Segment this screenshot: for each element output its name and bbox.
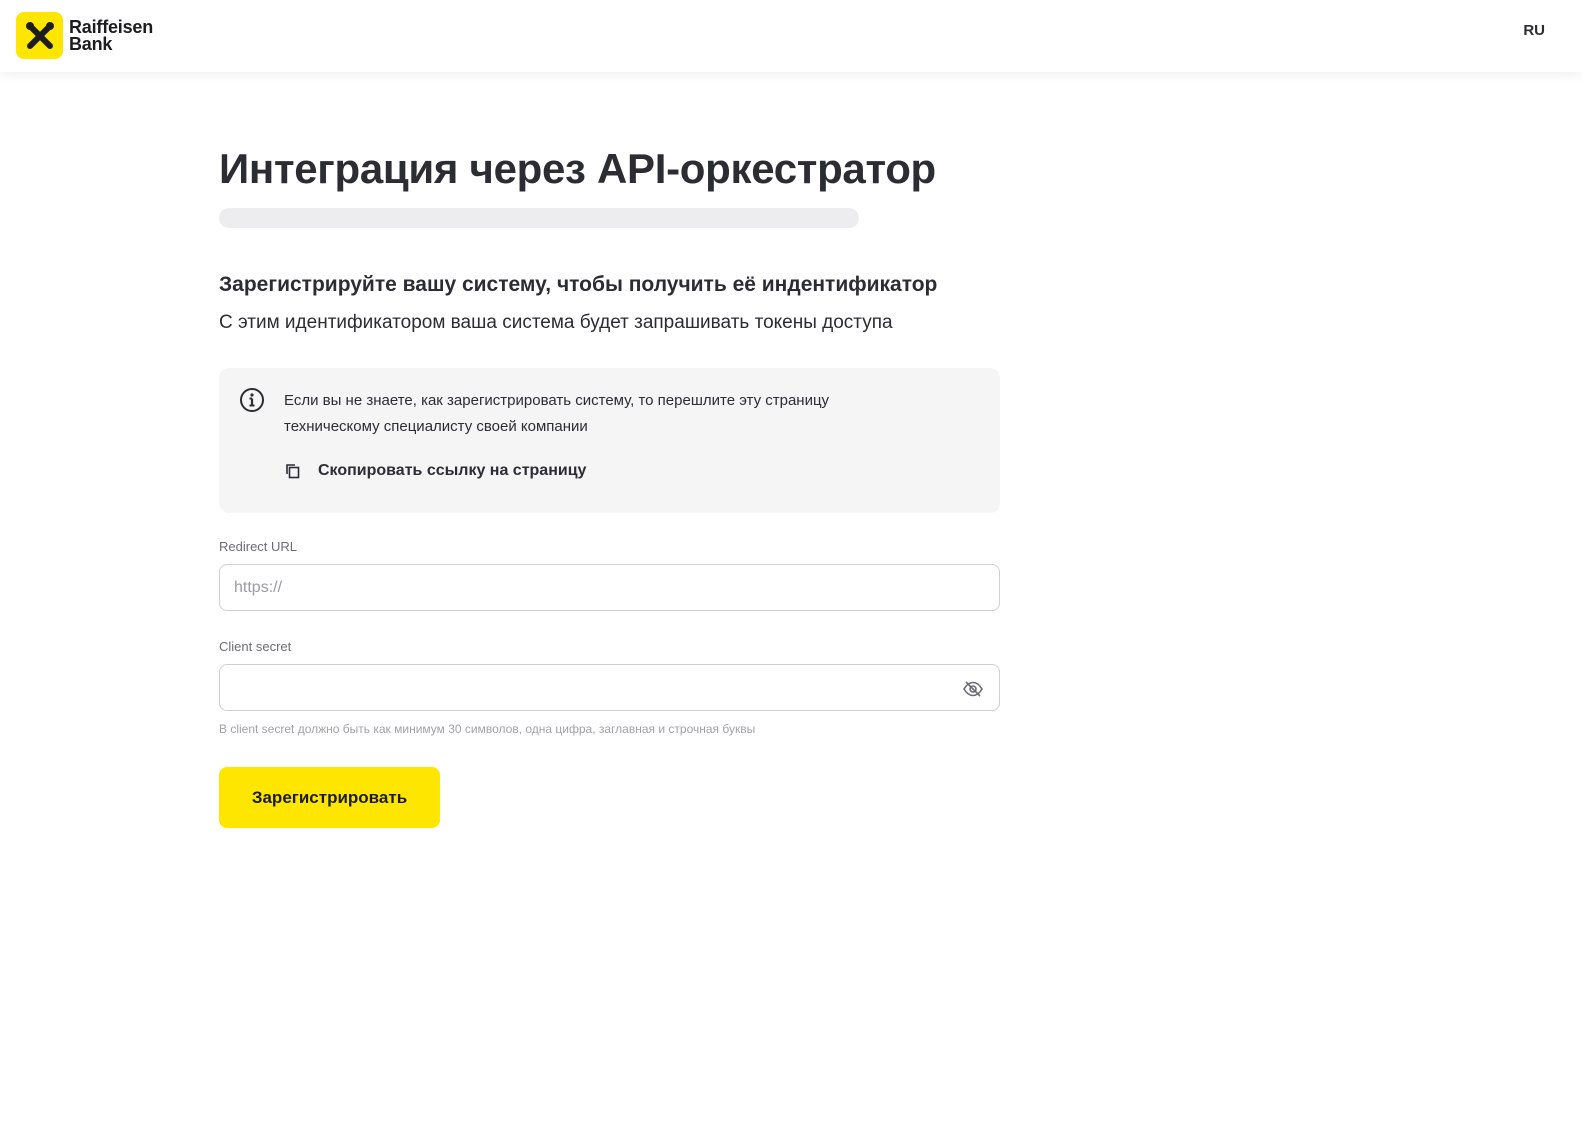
client-secret-hint: В client secret должно быть как минимум … [219,722,756,736]
info-box: Если вы не знаете, как зарегистрировать … [219,368,1000,513]
progress-bar [219,208,859,228]
client-secret-label: Client secret [219,639,292,654]
section-subtitle: С этим идентификатором ваша система буде… [219,312,893,333]
copy-page-link-button[interactable]: Скопировать ссылку на страницу [284,462,586,480]
language-switcher[interactable]: RU [1523,22,1545,39]
logo-wordmark: Raiffeisen Bank [69,16,154,54]
logo-line-1: Raiffeisen [69,16,154,37]
logo-line-2: Bank [69,33,113,54]
raiffeisen-logo[interactable]: Raiffeisen Bank [16,12,153,59]
copy-icon [284,462,302,480]
redirect-url-label: Redirect URL [219,539,298,554]
section-title: Зарегистрируйте вашу систему, чтобы полу… [219,273,938,296]
top-header: Raiffeisen Bank RU [0,0,1582,72]
copy-page-link-label: Скопировать ссылку на страницу [318,462,587,479]
redirect-url-input[interactable] [219,564,1000,611]
page-title: Интеграция через API-оркестратор [219,145,936,192]
info-text: Если вы не знаете, как зарегистрировать … [284,392,830,435]
client-secret-input[interactable] [219,664,1000,711]
eye-off-icon[interactable] [962,678,984,700]
raiffeisen-logo-icon [16,12,63,59]
register-button[interactable]: Зарегистрировать [219,767,440,828]
info-icon [239,387,265,413]
